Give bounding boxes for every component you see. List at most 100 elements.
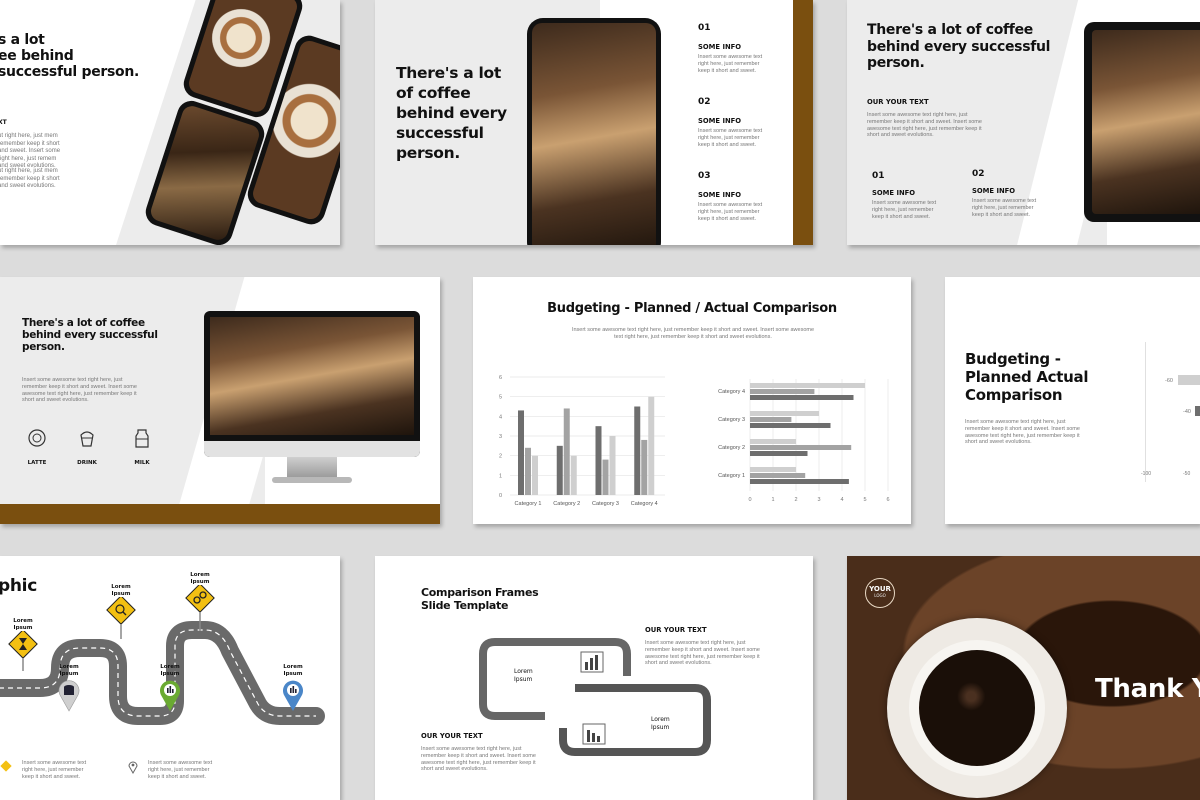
road-marker-2: Lorem Ipsum xyxy=(56,664,82,718)
chart-bar xyxy=(750,445,852,450)
accent-bar xyxy=(793,0,813,245)
chart-bar xyxy=(750,417,792,422)
bar-chart-icon xyxy=(283,680,303,711)
thank-you-text: Thank Y xyxy=(1095,674,1200,704)
x-tick-label: Category 1 xyxy=(515,501,542,507)
slide-title: There's a lot of coffee behind every suc… xyxy=(396,64,507,162)
chart-icon xyxy=(160,680,180,711)
chart-bar xyxy=(750,467,796,472)
caption-2: Insert some awesome text right here, jus… xyxy=(148,760,213,780)
slide-thumbnail-8[interactable]: Comparison Frames Slide Template Lorem I… xyxy=(375,556,813,800)
chart-bar xyxy=(556,445,563,495)
x-tick-label: Category 4 xyxy=(631,501,658,507)
slide-title: Budgeting - Planned Actual Comparison xyxy=(965,350,1089,404)
monitor-mockup xyxy=(204,311,420,487)
y-tick-label: 6 xyxy=(499,375,502,381)
y-tick-label: 5 xyxy=(499,395,502,401)
chart-axis xyxy=(1145,342,1146,482)
x-tick-label: 1 xyxy=(771,497,774,503)
slide-thumbnail-9[interactable]: YOUR LOGO Thank Y xyxy=(847,556,1200,800)
barista-photo xyxy=(1092,30,1200,214)
logo-badge: YOUR LOGO xyxy=(865,578,895,608)
chart-bar xyxy=(609,436,616,495)
chart-bar xyxy=(525,447,531,495)
body-text: Insert some awesome text right here, jus… xyxy=(965,419,1080,446)
info-item-2: 02 SOME INFO Insert some awesome text ri… xyxy=(698,97,763,148)
chart-bar xyxy=(750,383,865,388)
y-tick-label: Category 3 xyxy=(718,417,745,423)
accent-bar xyxy=(0,504,440,524)
y-tick-label: 1 xyxy=(499,473,502,479)
slide-thumbnail-6[interactable]: Budgeting - Planned Actual Comparison In… xyxy=(945,277,1200,524)
frame-label-1: Lorem Ipsum xyxy=(514,668,533,683)
chart-bar xyxy=(750,439,796,444)
chart-bar xyxy=(595,426,602,495)
y-tick-label: 4 xyxy=(499,414,502,420)
road-marker-4: Lorem Ipsum xyxy=(157,664,183,718)
bottom-subhead: OUR YOUR TEXT xyxy=(421,732,483,740)
frame-label-2: Lorem Ipsum xyxy=(651,716,670,731)
top-subhead: OUR YOUR TEXT xyxy=(645,626,707,634)
chart-bar xyxy=(1178,375,1200,385)
road-marker-6: Lorem Ipsum xyxy=(280,664,306,718)
horizontal-bar-chart: 0 1 2 3 4 5 6 Category 1 Category 2 Category 3 Cat… xyxy=(718,379,890,503)
icon-item-latte: LATTE xyxy=(22,427,52,466)
slide-title: s a lot ee behind successful person. xyxy=(0,32,140,80)
slide-thumbnail-7[interactable]: phic Lorem Ipsum Lorem Ipsum Lorem Ipsum… xyxy=(0,556,340,800)
y-tick-label: 3 xyxy=(499,434,502,440)
chart-bar xyxy=(648,396,655,495)
slide-title: There's a lot of coffee behind every suc… xyxy=(22,317,158,353)
slide-thumbnail-5[interactable]: Budgeting - Planned / Actual Comparison … xyxy=(473,277,911,524)
drink-icon xyxy=(80,431,94,447)
body-text: Insert some awesome text right here, jus… xyxy=(22,377,137,404)
barista-photo xyxy=(210,317,414,435)
slide-thumbnail-2[interactable]: There's a lot of coffee behind every suc… xyxy=(375,0,813,245)
chart-bar xyxy=(750,423,831,428)
subhead: XT xyxy=(0,119,7,126)
chart-bar xyxy=(563,408,570,495)
slide-thumbnail-3[interactable]: There's a lot of coffee behind every suc… xyxy=(847,0,1200,245)
x-tick-label: 6 xyxy=(886,497,889,503)
caption-1: Insert some awesome text right here, jus… xyxy=(22,760,87,780)
chart-bar xyxy=(570,455,577,495)
x-tick-label: 0 xyxy=(748,497,751,503)
gears-icon xyxy=(185,583,215,631)
y-tick-label: Category 1 xyxy=(718,473,745,479)
slide-thumbnail-4[interactable]: There's a lot of coffee behind every suc… xyxy=(0,277,440,524)
chart-bar xyxy=(634,406,641,495)
chart-bar xyxy=(518,410,524,495)
body-text-2: ut right here, just mem remember keep it… xyxy=(0,168,60,189)
slide-thumbnail-1[interactable]: s a lot ee behind successful person. XT … xyxy=(0,0,340,245)
chart-bar xyxy=(602,459,609,495)
y-tick-label: Category 4 xyxy=(718,389,745,395)
tick-label: -100 xyxy=(1141,471,1152,477)
latte-icon xyxy=(28,429,46,447)
x-tick-label: 2 xyxy=(794,497,797,503)
top-body-text: Insert some awesome text right here, jus… xyxy=(645,640,760,667)
info-item-1: 01 SOME INFO Insert some awesome text ri… xyxy=(872,171,937,220)
tick-label: -50 xyxy=(1183,471,1191,477)
hourglass-icon xyxy=(8,629,38,671)
x-tick-label: 3 xyxy=(817,497,820,503)
milk-icon xyxy=(135,429,149,448)
body-text-1: ut right here, just mem remember keep it… xyxy=(0,133,61,169)
x-tick-label: 5 xyxy=(863,497,866,503)
tablet-mockup xyxy=(1084,22,1200,222)
chart-bar xyxy=(532,455,538,495)
bottom-body-text: Insert some awesome text right here, jus… xyxy=(421,746,536,773)
coffee-cup-photo xyxy=(887,618,1067,798)
search-money-icon xyxy=(106,595,136,639)
slide-title: There's a lot of coffee behind every suc… xyxy=(867,22,1051,71)
chart-bar xyxy=(750,395,854,400)
body-text: Insert some awesome text right here, jus… xyxy=(571,327,815,340)
warning-sign-icon xyxy=(0,760,12,772)
icon-item-drink: DRINK xyxy=(72,427,102,466)
phone-mockup xyxy=(527,18,661,245)
y-tick-label: 0 xyxy=(499,493,502,499)
slide-title: Comparison Frames Slide Template xyxy=(421,586,539,612)
info-item-1: 01 SOME INFO Insert some awesome text ri… xyxy=(698,23,763,74)
info-item-2: 02 SOME INFO Insert some awesome text ri… xyxy=(972,169,1037,218)
tick-label: -60 xyxy=(1165,378,1173,384)
subhead: OUR YOUR TEXT xyxy=(867,98,929,106)
tick-label: -40 xyxy=(1183,409,1191,415)
